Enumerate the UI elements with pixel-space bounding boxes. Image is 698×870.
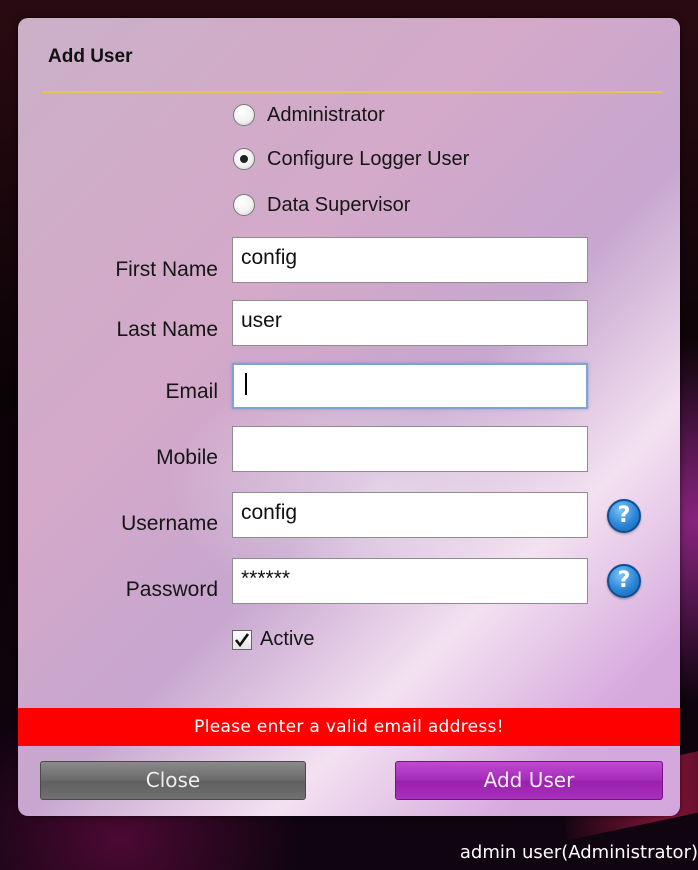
radio-button-selected[interactable] xyxy=(233,148,255,170)
text-caret xyxy=(245,373,247,395)
first-name-input[interactable]: config xyxy=(232,237,588,283)
checkmark-icon xyxy=(234,632,250,647)
last-name-input[interactable]: user xyxy=(232,300,588,346)
close-button[interactable]: Close xyxy=(40,761,306,800)
email-input[interactable] xyxy=(232,363,588,409)
email-label: Email xyxy=(165,380,218,403)
last-name-value: user xyxy=(241,309,282,332)
mobile-input[interactable] xyxy=(232,426,588,472)
username-help-icon[interactable]: ? xyxy=(607,499,641,533)
active-checkbox[interactable] xyxy=(232,629,252,650)
last-name-label: Last Name xyxy=(116,318,218,341)
password-label: Password xyxy=(125,578,218,601)
role-option-administrator[interactable]: Administrator xyxy=(233,100,385,130)
add-user-dialog: Add User Administrator Configure Logger … xyxy=(18,18,680,816)
username-value: config xyxy=(241,501,298,524)
first-name-value: config xyxy=(241,246,298,269)
add-user-button[interactable]: Add User xyxy=(395,761,663,800)
password-input[interactable]: ****** xyxy=(232,558,588,604)
dialog-title: Add User xyxy=(48,46,133,67)
radio-button[interactable] xyxy=(233,194,255,216)
radio-button[interactable] xyxy=(233,104,255,126)
dialog-highlight xyxy=(18,18,680,816)
active-label: Active xyxy=(260,628,315,650)
role-option-configure-logger-user[interactable]: Configure Logger User xyxy=(233,144,469,174)
role-option-data-supervisor[interactable]: Data Supervisor xyxy=(233,190,410,220)
username-label: Username xyxy=(121,512,218,535)
error-message: Please enter a valid email address! xyxy=(18,708,680,746)
role-label: Administrator xyxy=(267,103,385,126)
active-checkbox-row[interactable]: Active xyxy=(232,628,314,651)
role-label: Data Supervisor xyxy=(267,193,411,216)
password-value: ****** xyxy=(241,567,291,590)
first-name-label: First Name xyxy=(115,258,218,281)
role-label: Configure Logger User xyxy=(267,147,470,170)
title-divider xyxy=(42,91,662,93)
username-input[interactable]: config xyxy=(232,492,588,538)
password-help-icon[interactable]: ? xyxy=(607,564,641,598)
current-user-status: admin user(Administrator) xyxy=(459,842,698,863)
mobile-label: Mobile xyxy=(156,446,218,469)
